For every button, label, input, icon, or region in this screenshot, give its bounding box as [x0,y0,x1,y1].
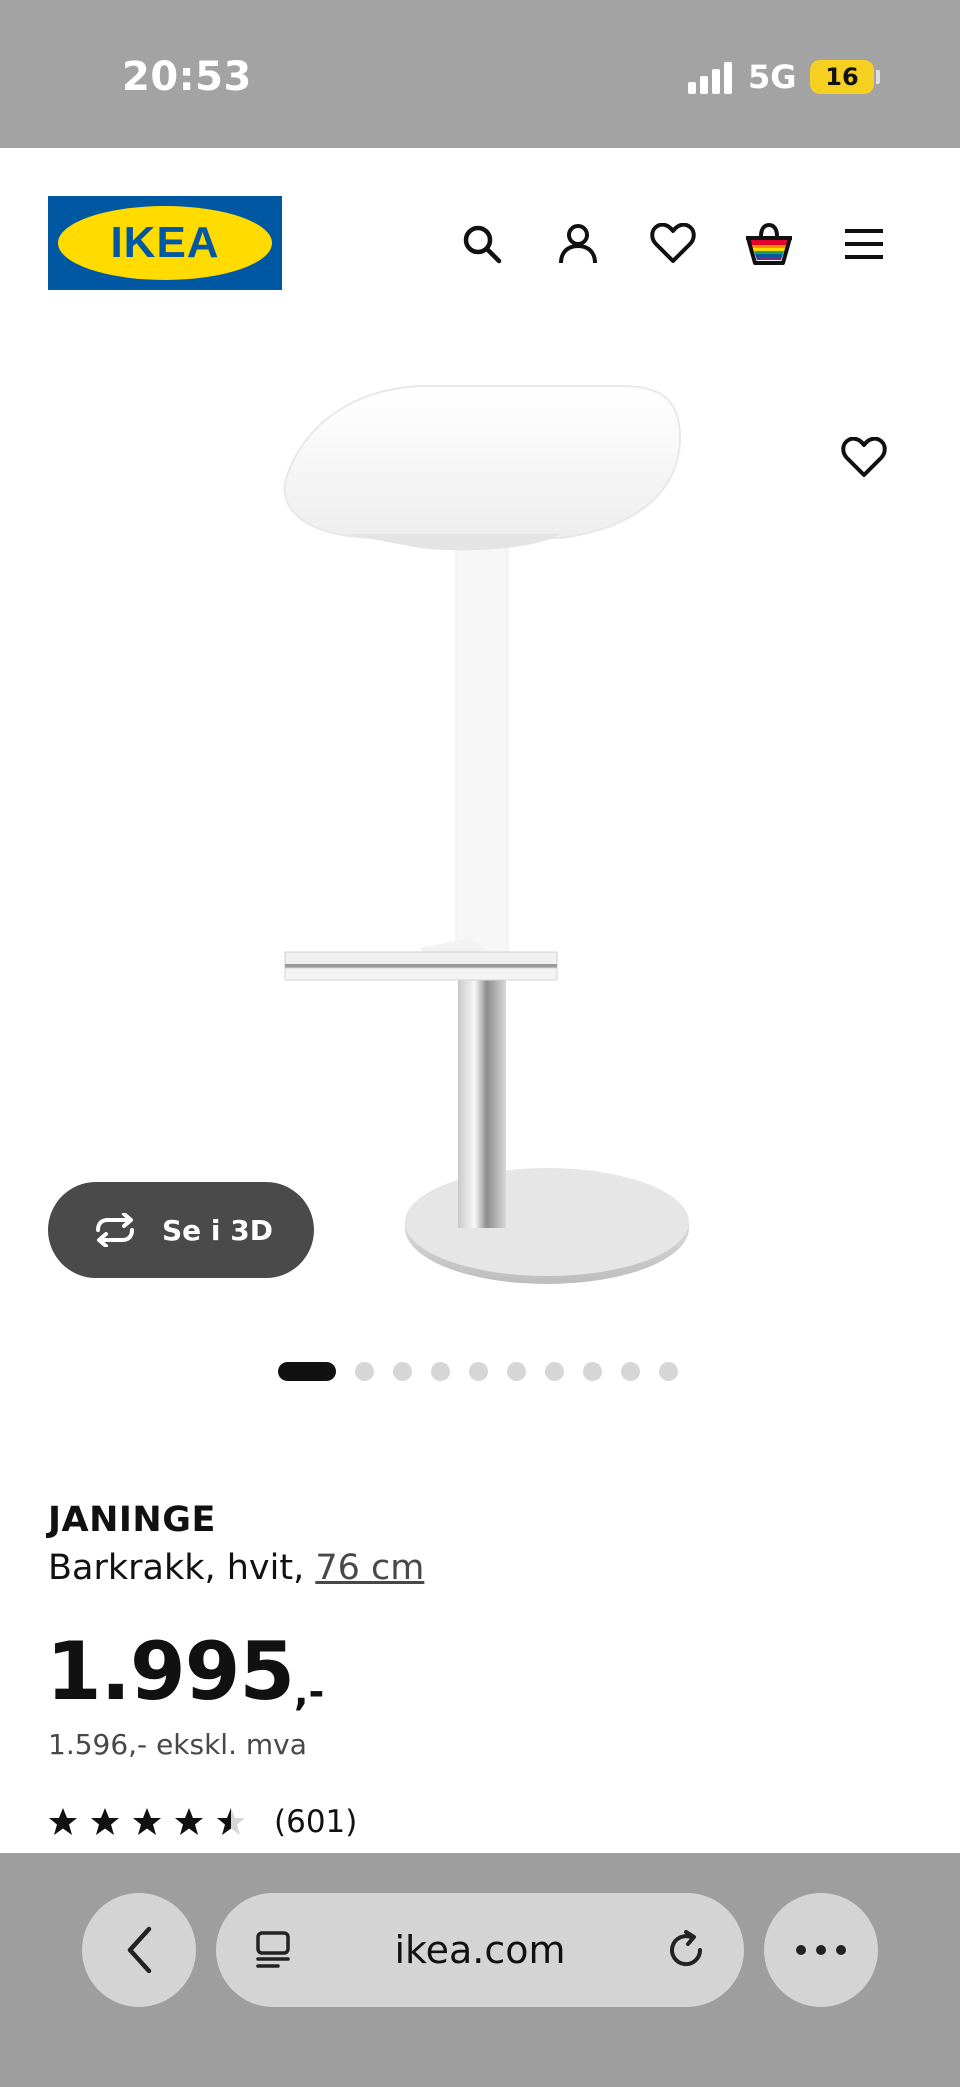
product-gallery[interactable]: Se i 3D [0,338,960,1381]
browser-toolbar: ikea.com [0,1853,960,2087]
more-options-button[interactable] [764,1893,878,2007]
carousel-dot[interactable] [393,1362,412,1381]
carousel-dot[interactable] [355,1362,374,1381]
view-3d-button[interactable]: Se i 3D [48,1182,314,1278]
product-type-text: Barkrakk, hvit, [48,1548,316,1588]
status-bar: 20:53 5G 16 [0,0,960,148]
rotate-3d-icon [96,1213,134,1247]
menu-icon[interactable] [838,218,890,270]
chevron-left-icon [127,1926,152,1974]
cart-icon[interactable] [743,218,795,270]
product-rating[interactable]: (601) [48,1804,357,1840]
logo-oval: IKEA [58,206,272,280]
product-name: JANINGE [48,1500,216,1540]
star-icon [91,1808,119,1835]
product-description: Barkrakk, hvit, 76 cm [48,1548,424,1588]
carousel-dots[interactable] [278,1362,678,1381]
star-icon [49,1808,77,1835]
network-type: 5G [748,58,797,96]
star-icon [217,1808,245,1835]
wishlist-icon[interactable] [647,218,699,270]
rating-count[interactable]: (601) [274,1804,357,1840]
carousel-dot[interactable] [507,1362,526,1381]
price-amount: 1.995 [46,1625,295,1718]
carousel-dot[interactable] [431,1362,450,1381]
address-bar[interactable]: ikea.com [216,1893,744,2007]
search-icon[interactable] [456,218,508,270]
battery-icon: 16 [810,60,874,94]
ikea-logo[interactable]: IKEA [48,196,282,290]
price-excl-vat: 1.596,- ekskl. mva [48,1728,307,1761]
star-icon [175,1808,203,1835]
carousel-dot[interactable] [621,1362,640,1381]
carousel-dot[interactable] [545,1362,564,1381]
rating-stars [48,1807,246,1837]
view-3d-label: Se i 3D [162,1213,273,1247]
status-time: 20:53 [122,54,252,100]
carousel-dot[interactable] [583,1362,602,1381]
account-icon[interactable] [552,218,604,270]
back-button[interactable] [82,1893,196,2007]
reload-icon[interactable] [664,1928,708,1972]
battery-tip [876,70,880,84]
size-link[interactable]: 76 cm [315,1548,424,1588]
site-header: IKEA [0,148,960,338]
product-price: 1.995 ,- [46,1625,325,1718]
carousel-dot[interactable] [278,1362,336,1381]
ellipsis-icon [796,1945,846,1955]
carousel-dot[interactable] [469,1362,488,1381]
logo-text: IKEA [110,218,220,267]
add-to-favorites-icon[interactable] [838,432,890,484]
carousel-dot[interactable] [659,1362,678,1381]
signal-icon [688,62,734,94]
star-icon [133,1808,161,1835]
price-suffix: ,- [294,1670,325,1714]
